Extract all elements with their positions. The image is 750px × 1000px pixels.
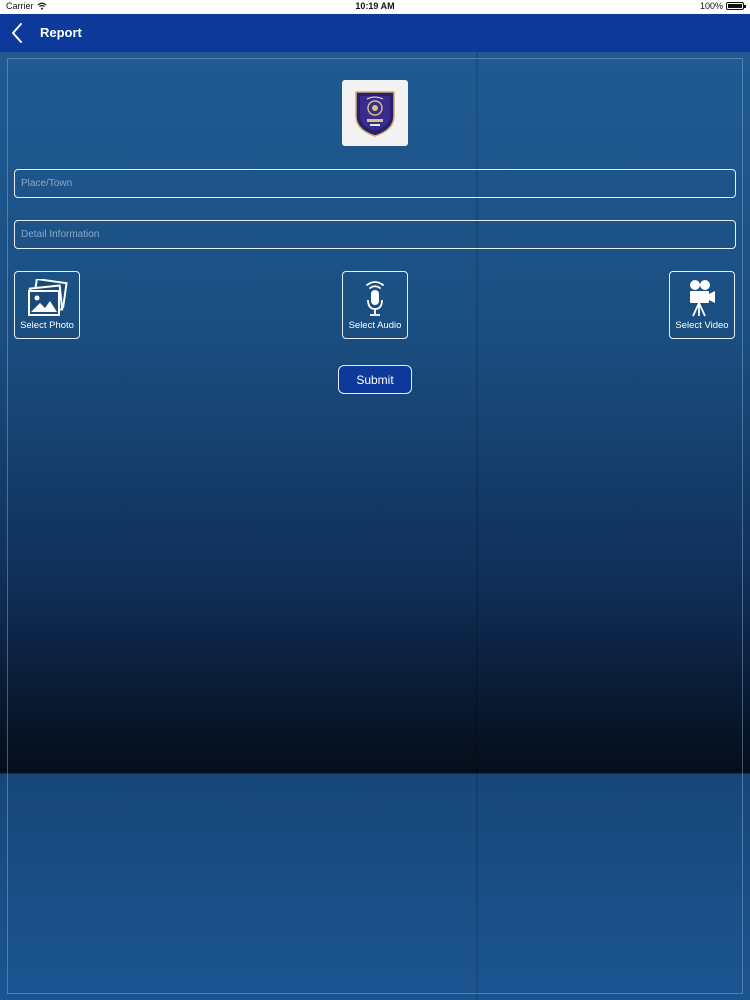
app-logo <box>342 80 408 146</box>
select-video-label: Select Video <box>675 320 729 331</box>
video-camera-icon <box>686 278 718 318</box>
chevron-left-icon <box>12 23 22 43</box>
place-town-input[interactable] <box>14 169 736 198</box>
select-photo-button[interactable]: Select Photo <box>14 271 80 339</box>
battery-percent: 100% <box>699 1 723 11</box>
status-bar: Carrier 10:19 AM 100% <box>0 0 750 14</box>
select-video-button[interactable]: Select Video <box>669 271 735 339</box>
police-emblem-icon <box>355 91 395 137</box>
photo-icon <box>26 278 68 318</box>
submit-button[interactable]: Submit <box>338 365 412 394</box>
detail-information-input[interactable] <box>14 220 736 249</box>
status-battery: 100% <box>699 1 746 11</box>
select-audio-button[interactable]: Select Audio <box>342 271 408 339</box>
content-panel <box>7 58 743 994</box>
microphone-icon <box>360 278 390 318</box>
status-time: 10:19 AM <box>355 1 395 11</box>
nav-bar: Report <box>0 14 750 52</box>
select-audio-label: Select Audio <box>348 320 402 331</box>
page-title: Report <box>40 25 82 40</box>
battery-fill <box>728 4 742 8</box>
back-button[interactable] <box>10 20 24 46</box>
battery-icon <box>726 2 746 10</box>
select-photo-label: Select Photo <box>20 320 74 331</box>
